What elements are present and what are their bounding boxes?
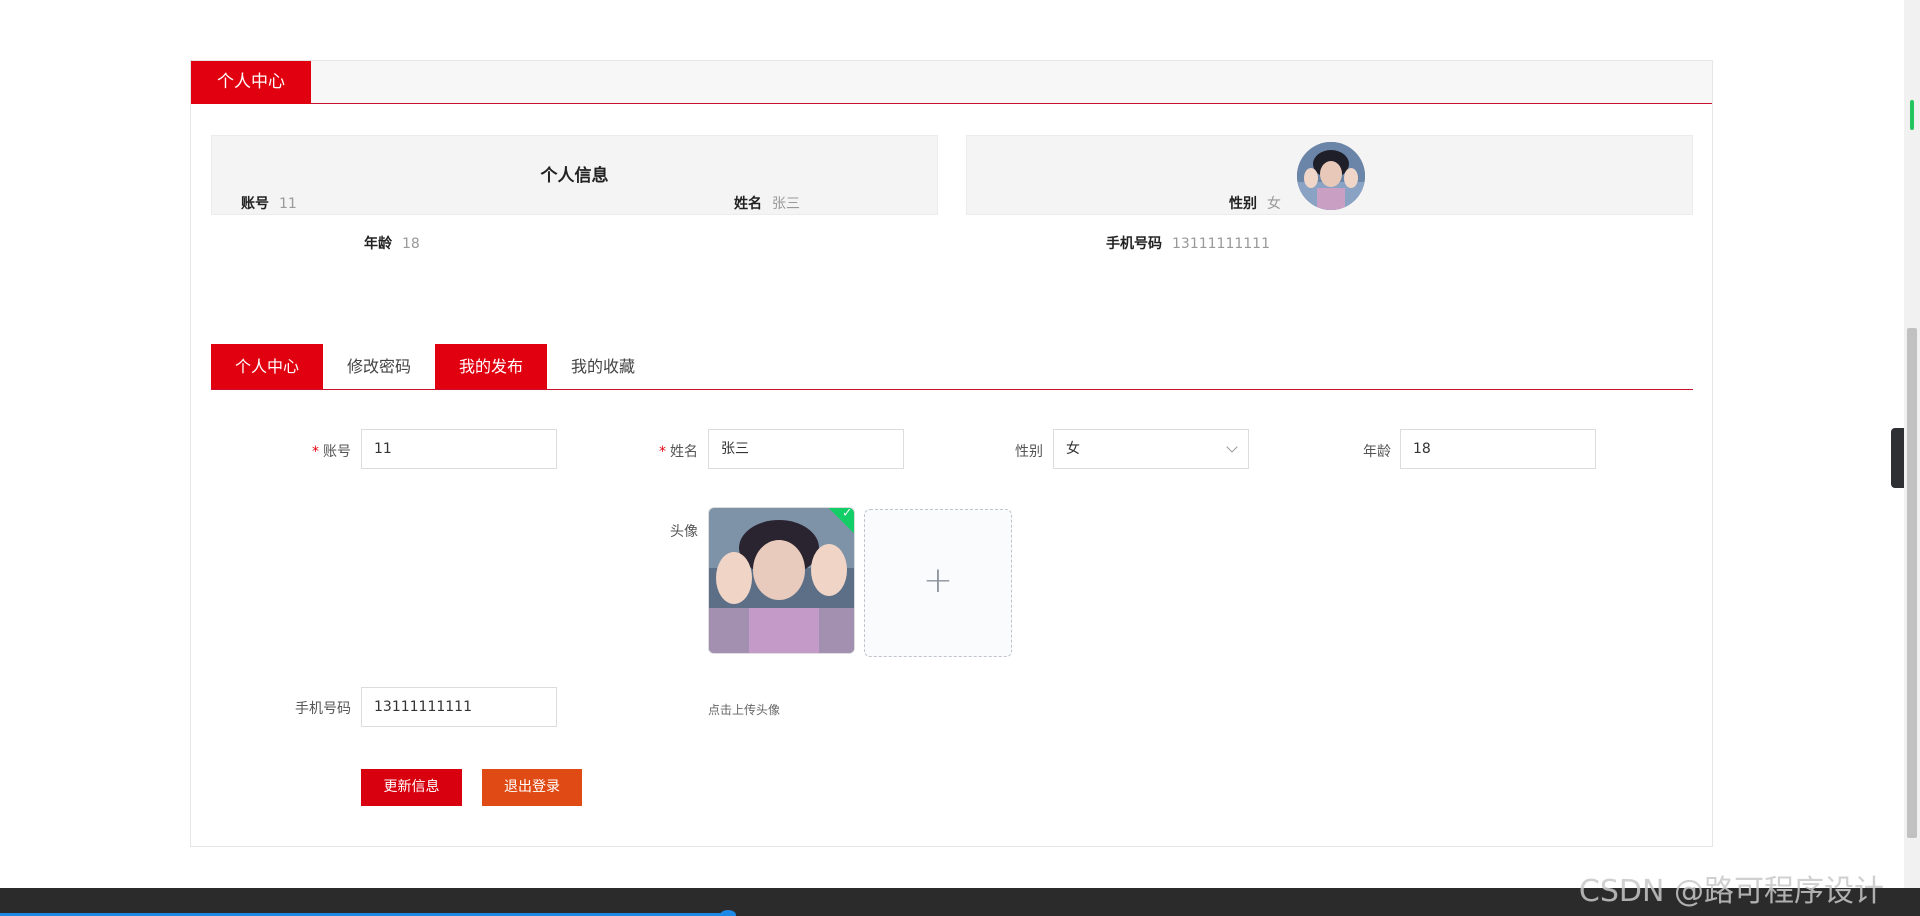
progress-handle[interactable] <box>720 910 736 916</box>
age-label: 年龄 <box>1363 444 1391 460</box>
update-info-button[interactable]: 更新信息 <box>361 769 462 806</box>
tab-my-favorites[interactable]: 我的收藏 <box>547 344 659 389</box>
scroll-indicator <box>1910 100 1914 130</box>
avatar <box>1297 142 1365 210</box>
avatar-preview[interactable]: ✓ <box>708 507 855 654</box>
info-section-header: 个人信息 <box>211 135 938 215</box>
plus-icon: + <box>922 560 954 601</box>
tab-personal-center[interactable]: 个人中心 <box>211 344 323 389</box>
gender-select-value: 女 <box>1066 441 1080 457</box>
profile-card: 个人中心 个人信息 账号 11 姓名 张三 性别 女 年龄 18 手机号码 13… <box>190 60 1713 847</box>
phone-input[interactable]: 13111111111 <box>361 687 557 727</box>
name-input[interactable]: 张三 <box>708 429 904 469</box>
info-name-label: 姓名 <box>734 196 762 212</box>
info-account-label: 账号 <box>241 196 269 212</box>
info-age-value: 18 <box>402 236 420 252</box>
page-title: 个人中心 <box>191 61 311 104</box>
name-label: * 姓名 <box>659 444 698 460</box>
avatar-photo-icon <box>1297 142 1365 210</box>
age-input[interactable]: 18 <box>1400 429 1596 469</box>
gender-select[interactable]: 女 <box>1053 429 1249 469</box>
avatar-section <box>966 135 1693 215</box>
info-phone: 手机号码 13111111111 <box>1106 233 1270 253</box>
info-account-value: 11 <box>279 196 297 212</box>
account-input[interactable]: 11 <box>361 429 557 469</box>
account-label: * 账号 <box>312 444 351 460</box>
info-phone-label: 手机号码 <box>1106 236 1162 252</box>
avatar-upload-button[interactable]: + <box>864 509 1012 657</box>
info-account: 账号 11 <box>241 193 297 213</box>
info-name: 姓名 张三 <box>734 193 800 213</box>
info-name-value: 张三 <box>772 196 800 212</box>
avatar-label: 头像 <box>670 524 698 540</box>
info-section-label: 个人信息 <box>540 166 609 186</box>
gender-label: 性别 <box>1015 444 1043 460</box>
info-gender-label: 性别 <box>1229 196 1257 212</box>
avatar-photo-icon <box>709 508 854 653</box>
tab-change-password[interactable]: 修改密码 <box>323 344 435 389</box>
tab-my-posts[interactable]: 我的发布 <box>435 344 547 389</box>
card-header: 个人中心 <box>191 61 1712 104</box>
info-age: 年龄 18 <box>364 233 420 253</box>
avatar-upload-tip: 点击上传头像 <box>708 703 781 717</box>
watermark: CSDN @路可程序设计 <box>1578 874 1884 909</box>
info-phone-value: 13111111111 <box>1172 236 1270 252</box>
tab-bar: 个人中心 修改密码 我的发布 我的收藏 <box>211 344 1693 390</box>
scrollbar[interactable] <box>1904 0 1920 888</box>
chevron-down-icon <box>1226 441 1238 453</box>
scrollbar-thumb[interactable] <box>1907 328 1917 838</box>
page: 个人中心 个人信息 账号 11 姓名 张三 性别 女 年龄 18 手机号码 13… <box>0 0 1920 916</box>
check-icon: ✓ <box>842 507 853 520</box>
info-gender-value: 女 <box>1267 196 1281 212</box>
info-age-label: 年龄 <box>364 236 392 252</box>
phone-label: 手机号码 <box>295 701 351 717</box>
logout-button[interactable]: 退出登录 <box>482 769 582 806</box>
info-gender: 性别女 <box>1229 193 1281 213</box>
